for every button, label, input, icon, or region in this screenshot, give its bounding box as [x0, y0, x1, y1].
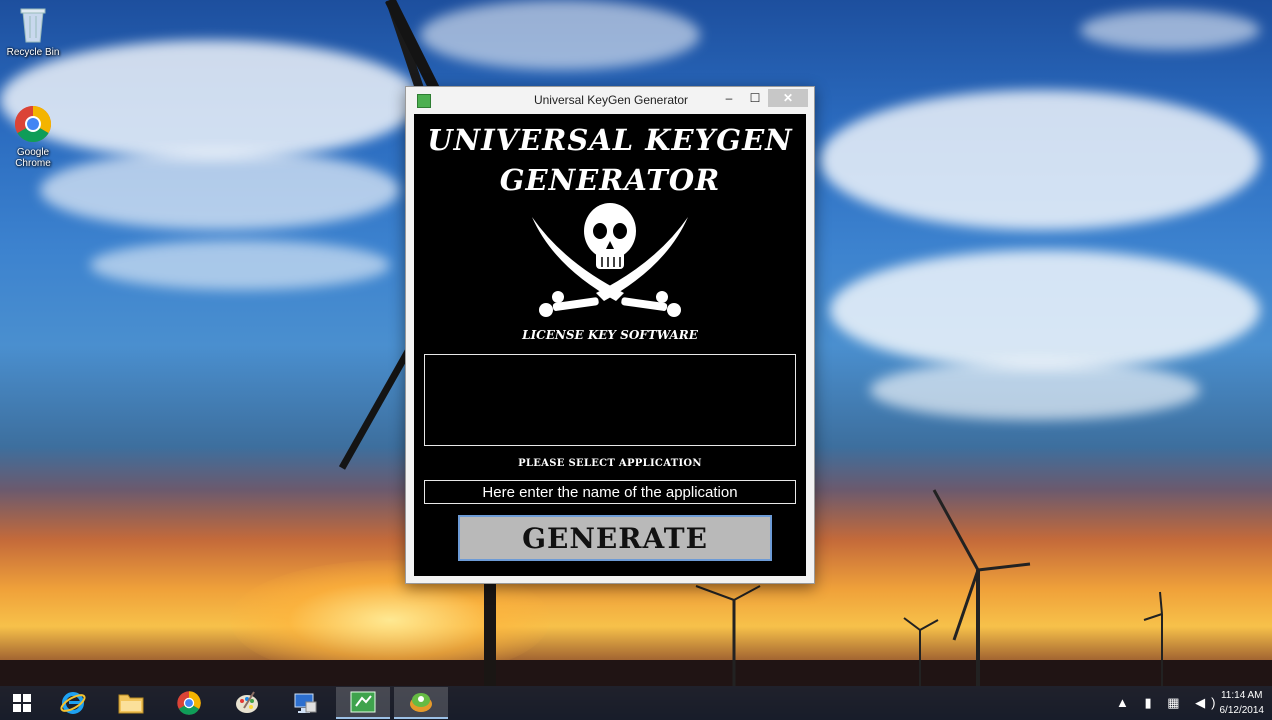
generate-button[interactable]: GENERATE [458, 515, 772, 561]
taskbar-keygen[interactable] [336, 687, 390, 719]
logo-caption: LICENSE KEY SOFTWARE [522, 328, 698, 342]
close-button[interactable]: ✕ [768, 89, 808, 107]
wind-turbine-far [1143, 591, 1163, 686]
window-titlebar[interactable]: Universal KeyGen Generator – ☐ ✕ [406, 87, 814, 113]
tray-clock[interactable]: 11:14 AM 6/12/2014 [1220, 688, 1265, 718]
recycle-bin-icon [20, 8, 46, 43]
minimize-button[interactable]: – [717, 89, 741, 107]
app-title-line1: UNIVERSAL KEYGEN [427, 123, 793, 157]
maximize-button[interactable]: ☐ [743, 89, 767, 107]
start-button[interactable] [0, 687, 44, 719]
select-application-label: PLEASE SELECT APPLICATION [518, 458, 702, 469]
taskbar-internet-explorer[interactable] [46, 687, 100, 719]
taskbar-app[interactable] [394, 687, 448, 719]
windows-logo-icon [13, 694, 31, 712]
chrome-icon [14, 106, 52, 143]
wind-turbines-distant [903, 489, 1031, 686]
window-client: UNIVERSAL KEYGEN GENERATOR LICENSE KEY S [414, 114, 806, 576]
desktop-icon-chrome[interactable]: Google Chrome [3, 104, 63, 169]
keygen-window: Universal KeyGen Generator – ☐ ✕ UNIVERS… [405, 86, 815, 584]
keygen-app-icon [350, 691, 376, 713]
palette-icon [236, 691, 258, 713]
tray-icons[interactable]: ▲ ▮ ▦ ◀) [1116, 695, 1221, 711]
wind-turbine-small [695, 585, 761, 686]
window-title: Universal KeyGen Generator [533, 93, 689, 107]
clock-time: 11:14 AM [1220, 690, 1263, 701]
clock-date: 6/12/2014 [1219, 705, 1265, 716]
app-icon [417, 94, 431, 108]
taskbar-chrome[interactable] [162, 687, 216, 719]
taskbar: ▲ ▮ ▦ ◀) 11:14 AM 6/12/2014 [0, 686, 1272, 720]
folder-icon [118, 694, 144, 714]
computer-icon [294, 693, 317, 713]
app-title-line2: GENERATOR [499, 163, 721, 197]
taskbar-paint[interactable] [220, 687, 274, 719]
key-output-box[interactable] [424, 354, 796, 446]
taskbar-file-explorer[interactable] [104, 687, 158, 719]
application-name-input[interactable] [424, 480, 796, 504]
green-app-icon [410, 693, 432, 712]
desktop-icon-recycle-bin[interactable]: Recycle Bin [3, 4, 63, 58]
app-title: UNIVERSAL KEYGEN GENERATOR [414, 120, 806, 200]
skull-crossed-swords-icon [532, 203, 688, 317]
chrome-icon [177, 691, 201, 715]
internet-explorer-icon [60, 692, 86, 714]
system-tray: ▲ ▮ ▦ ◀) 11:14 AM 6/12/2014 [1112, 686, 1272, 720]
desktop-icon-label: Google Chrome [15, 147, 51, 169]
desktop-icon-label: Recycle Bin [6, 47, 60, 58]
taskbar-remote-desktop[interactable] [278, 687, 332, 719]
